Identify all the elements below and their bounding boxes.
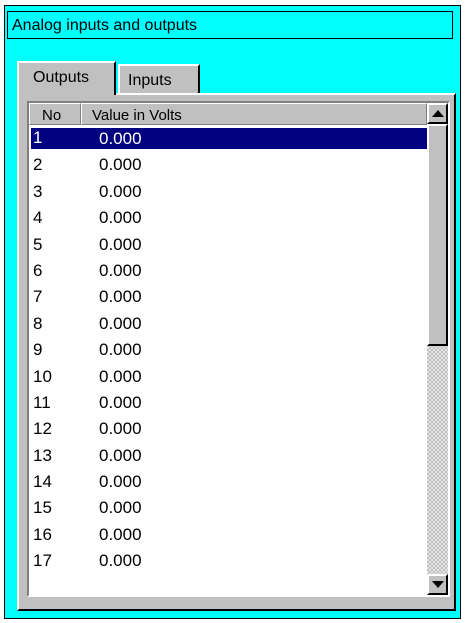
row-value: 0.000	[99, 155, 142, 175]
table-row[interactable]: 15 0.000	[29, 495, 425, 521]
column-header-value-label: Value in Volts	[92, 107, 182, 124]
row-value: 0.000	[99, 208, 142, 228]
table-row[interactable]: 14 0.000	[29, 469, 425, 495]
row-value: 0.000	[99, 366, 142, 386]
table-row[interactable]: 6 0.000	[29, 258, 425, 284]
table-row[interactable]: 12 0.000	[29, 416, 425, 442]
table-row[interactable]: 9 0.000	[29, 337, 425, 363]
row-number: 11	[33, 392, 51, 412]
table-row[interactable]: 13 0.000	[29, 443, 425, 469]
row-value: 0.000	[99, 524, 142, 544]
list-header: No Value in Volts	[29, 103, 427, 125]
row-value: 0.000	[99, 313, 142, 333]
scroll-up-button[interactable]	[427, 103, 448, 124]
outputs-list-view[interactable]: No Value in Volts 1 0.000 2 0.000 3 0.000 4 0.0…	[27, 101, 450, 597]
vertical-scrollbar[interactable]	[427, 103, 448, 595]
row-number: 2	[33, 155, 43, 175]
row-value: 0.000	[99, 472, 142, 492]
arrow-up-icon	[432, 110, 444, 117]
row-value: 0.000	[99, 551, 142, 571]
panel-title: Analog inputs and outputs	[12, 17, 198, 34]
list-rows: 1 0.000 2 0.000 3 0.000 4 0.000 5 0.000 6 0.000 7 0.0…	[29, 126, 427, 575]
table-row[interactable]: 2 0.000	[29, 152, 425, 178]
table-row[interactable]: 7 0.000	[29, 284, 425, 310]
row-value: 0.000	[99, 340, 142, 360]
scroll-down-button[interactable]	[427, 574, 448, 595]
tab-outputs-label: Outputs	[33, 69, 90, 86]
row-number: 4	[33, 208, 43, 228]
row-number: 10	[33, 366, 52, 386]
table-row[interactable]: 17 0.000	[29, 548, 425, 574]
row-number: 7	[33, 287, 43, 307]
row-number: 15	[33, 498, 52, 518]
row-value: 0.000	[99, 260, 142, 280]
arrow-down-icon	[432, 581, 444, 588]
row-number: 9	[33, 340, 43, 360]
row-value: 0.000	[99, 498, 142, 518]
row-number: 6	[33, 260, 43, 280]
row-number: 17	[33, 551, 52, 571]
column-header-no[interactable]: No	[29, 103, 81, 125]
row-number: 13	[33, 445, 52, 465]
outputs-tab-page: No Value in Volts 1 0.000 2 0.000 3 0.000 4 0.0…	[17, 93, 456, 611]
table-row[interactable]: 5 0.000	[29, 232, 425, 258]
table-row[interactable]: 11 0.000	[29, 390, 425, 416]
tab-outputs[interactable]: Outputs	[17, 61, 116, 95]
table-row[interactable]: 1 0.000	[29, 126, 427, 152]
row-number: 8	[33, 313, 43, 333]
row-value: 0.000	[99, 445, 142, 465]
table-row[interactable]: 3 0.000	[29, 179, 425, 205]
column-header-no-label: No	[42, 107, 62, 124]
row-value: 0.000	[99, 181, 142, 201]
table-row[interactable]: 16 0.000	[29, 522, 425, 548]
table-row[interactable]: 8 0.000	[29, 311, 425, 337]
tab-inputs-label: Inputs	[128, 72, 172, 89]
row-value: 0.000	[99, 129, 142, 148]
row-number: 5	[33, 234, 43, 254]
row-value: 0.000	[99, 234, 142, 254]
table-row[interactable]: 4 0.000	[29, 205, 425, 231]
tab-inputs[interactable]: Inputs	[118, 64, 200, 94]
scroll-thumb[interactable]	[427, 124, 448, 346]
column-header-value[interactable]: Value in Volts	[81, 103, 427, 125]
row-number: 16	[33, 524, 52, 544]
row-value: 0.000	[99, 392, 142, 412]
row-number: 14	[33, 472, 52, 492]
panel-title-box: Analog inputs and outputs	[7, 11, 453, 39]
row-number: 12	[33, 419, 52, 439]
row-number: 1	[31, 128, 427, 149]
table-row[interactable]: 10 0.000	[29, 364, 425, 390]
row-number: 3	[33, 181, 43, 201]
row-value: 0.000	[99, 419, 142, 439]
row-value: 0.000	[99, 287, 142, 307]
